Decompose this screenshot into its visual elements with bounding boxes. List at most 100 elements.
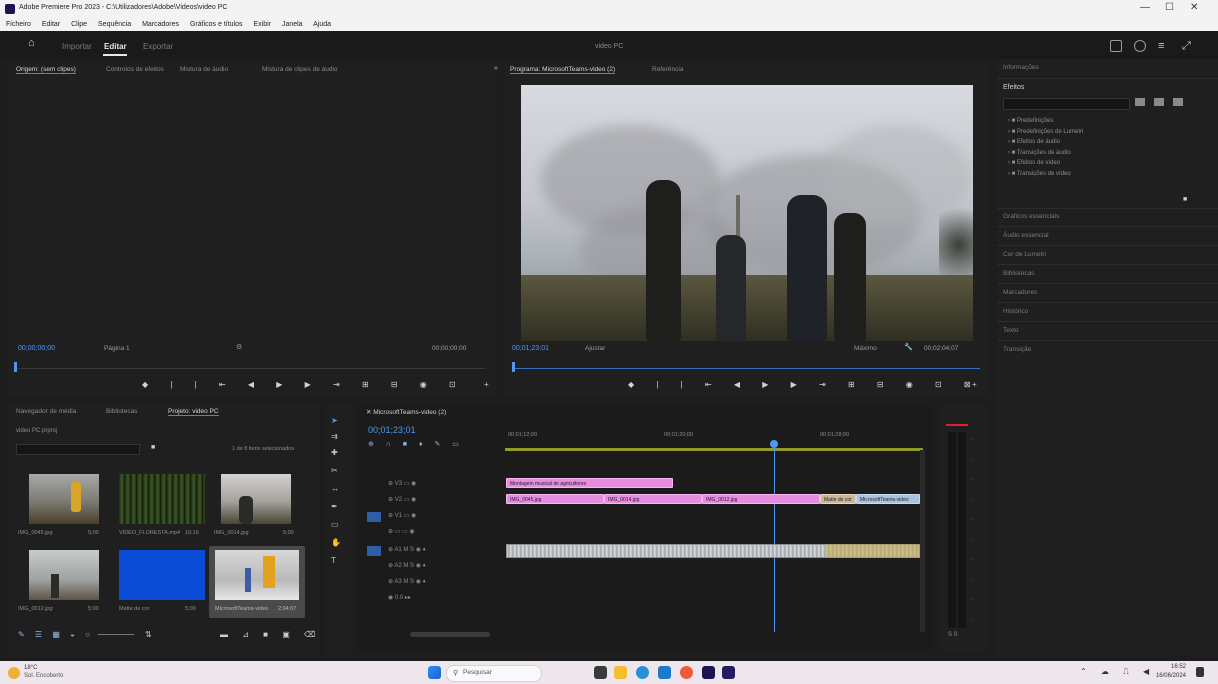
start-menu-icon[interactable] [428, 666, 441, 679]
section-text[interactable]: Texto [1003, 327, 1019, 334]
sort-icon[interactable]: ⇅ [145, 630, 152, 639]
rectangle-tool-icon[interactable]: ▭ [331, 520, 341, 530]
info-panel-title[interactable]: Informações [1003, 64, 1039, 71]
project-footer-tools[interactable]: ✎ ☰ ▦ ◒ ○ [18, 630, 94, 639]
menu-graficos[interactable]: Gráficos e títulos [190, 21, 243, 28]
clip-thumbnail[interactable] [119, 474, 205, 524]
menu-clipe[interactable]: Clipe [71, 21, 87, 28]
premiere-taskbar-icon[interactable] [702, 666, 715, 679]
mode-import[interactable]: Importar [62, 42, 92, 51]
timeline-timecode[interactable]: 00;01;23;01 [368, 425, 416, 435]
menu-janela[interactable]: Janela [282, 21, 303, 28]
source-settings-icon[interactable]: ⚙ [236, 343, 242, 351]
track-header-a1[interactable]: ⊕ A1 M S ◉ ♦ [388, 546, 426, 553]
ripple-edit-tool-icon[interactable]: ✚ [331, 448, 341, 458]
program-transport-controls[interactable]: ◆ | | ⇤ ◀ ▶ ▶ ⇥ ⊞ ⊟ ◉ ⊡ ⊠ [628, 380, 981, 389]
clip-thumbnail[interactable] [119, 550, 205, 600]
tab-program[interactable]: Programa: MicrosoftTeams-video (2) [510, 66, 616, 74]
project-actions[interactable]: ▬ ⊿ ■ ▣ ⌫ [220, 630, 321, 639]
32bit-effects-icon[interactable] [1154, 98, 1164, 106]
type-tool-icon[interactable]: T [331, 556, 341, 566]
track-select-tool-icon[interactable]: ⇉ [331, 432, 341, 442]
track-header-v1[interactable]: ⊕ V1 ▭ ◉ [388, 512, 416, 519]
clip-thumbnail[interactable] [215, 550, 299, 600]
mode-edit[interactable]: Editar [104, 42, 127, 51]
pen-tool-icon[interactable]: ✒ [331, 502, 341, 512]
new-bin-folder-icon[interactable]: ■ [151, 444, 155, 451]
timeline-toolbar[interactable]: ⊕ ∩ ■ ♦ ✎ ▭ [368, 440, 464, 448]
menu-ajuda[interactable]: Ajuda [313, 21, 331, 28]
timeline-horizontal-scrollbar[interactable] [410, 632, 490, 637]
track-header-a2[interactable]: ⊕ A2 M S ◉ ♦ [388, 562, 426, 569]
home-icon[interactable]: ⌂ [28, 37, 40, 49]
taskbar-search-box[interactable]: ⚲ Pesquisar [446, 665, 542, 682]
folder-item[interactable]: › ■ Transições de áudio [1008, 148, 1083, 159]
zoom-slider[interactable] [98, 634, 134, 635]
project-search-input[interactable] [16, 444, 140, 455]
timeline-playhead-handle[interactable] [770, 440, 778, 448]
minimize-button[interactable]: — [1140, 2, 1150, 13]
tab-project[interactable]: Projeto: video PC [168, 408, 219, 416]
mode-export[interactable]: Exportar [143, 42, 173, 51]
razor-tool-icon[interactable]: ✂ [331, 466, 341, 476]
program-quality-select[interactable]: Máximo [854, 345, 877, 352]
folder-item[interactable]: › ■ Predefinições [1008, 116, 1083, 127]
program-fit-select[interactable]: Ajustar [585, 345, 605, 352]
notifications-icon[interactable] [1196, 667, 1204, 677]
brave-browser-icon[interactable] [680, 666, 693, 679]
source-playhead[interactable] [14, 362, 17, 372]
new-bin-icon[interactable]: ■ [1183, 196, 1187, 203]
timeline-vertical-scrollbar[interactable] [920, 450, 925, 632]
tab-effect-controls[interactable]: Controlos de efeitos [106, 66, 164, 73]
file-explorer-icon[interactable] [614, 666, 627, 679]
yuv-effects-icon[interactable] [1173, 98, 1183, 106]
menu-ficheiro[interactable]: Ficheiro [6, 21, 31, 28]
program-playhead[interactable] [512, 362, 515, 372]
task-view-icon[interactable] [594, 666, 607, 679]
folder-item[interactable]: › ■ Efeitos de vídeo [1008, 158, 1083, 169]
tab-media-browser[interactable]: Navegador de média [16, 408, 76, 415]
section-essential-graphics[interactable]: Gráficos essenciais [1003, 213, 1059, 220]
timeline-clip-v2[interactable]: IMG_0014.jpg [604, 494, 702, 504]
system-tray-icons[interactable]: ⌃ ☁ ⎍ ◀ [1080, 667, 1155, 677]
clip-thumbnail[interactable] [29, 474, 99, 524]
timeline-clip-v2[interactable]: IMG_0012.jpg [702, 494, 820, 504]
close-button[interactable]: ✕ [1190, 2, 1198, 13]
timeline-tab[interactable]: ✕ MicrosoftTeams-video (2) [366, 408, 446, 416]
source-transport-controls[interactable]: ◆ | | ⇤ ◀ ▶ ▶ ⇥ ⊞ ⊟ ◉ ⊡ [142, 380, 466, 389]
timeline-clip-v2[interactable]: Matte de cor [820, 494, 856, 504]
clip-thumbnail[interactable] [221, 474, 291, 524]
source-scrubber[interactable] [15, 368, 485, 369]
wrench-icon[interactable]: 🔧 [904, 343, 913, 351]
folder-item[interactable]: › ■ Transições de vídeo [1008, 169, 1083, 180]
source-patch-v1[interactable] [367, 512, 381, 522]
fullscreen-icon[interactable]: ⤢ [1182, 40, 1191, 53]
folder-item[interactable]: › ■ Efeitos de áudio [1008, 137, 1083, 148]
workspaces-icon[interactable] [1110, 40, 1122, 52]
menu-exibir[interactable]: Exibir [253, 21, 271, 28]
accelerated-effects-icon[interactable] [1135, 98, 1145, 106]
menu-sequencia[interactable]: Sequência [98, 21, 131, 28]
menu-marcadores[interactable]: Marcadores [142, 21, 179, 28]
timeline-clip-v2[interactable]: IMG_0045.jpg [506, 494, 604, 504]
program-timecode[interactable]: 00;01;23;01 [512, 345, 549, 352]
maximize-button[interactable]: ☐ [1165, 2, 1174, 13]
track-header-v3[interactable]: ⊕ V3 ▭ ◉ [388, 480, 416, 487]
section-essential-sound[interactable]: Áudio essencial [1003, 232, 1049, 239]
panel-expand-icon[interactable]: » [494, 65, 498, 72]
source-patch-a1[interactable] [367, 546, 381, 556]
effects-panel-tab[interactable]: Efeitos [1003, 84, 1024, 91]
menu-editar[interactable]: Editar [42, 21, 60, 28]
edge-browser-icon[interactable] [636, 666, 649, 679]
section-lumetri-color[interactable]: Cor de Lumetri [1003, 251, 1046, 258]
clip-thumbnail[interactable] [29, 550, 99, 600]
work-area-bar[interactable] [505, 448, 923, 451]
timeline-clip-v3[interactable]: Montagem musical de agricultores [506, 478, 673, 488]
panel-menu-icon[interactable]: ≡ [1158, 40, 1164, 52]
section-markers[interactable]: Marcadores [1003, 289, 1037, 296]
tab-libraries[interactable]: Bibliotecas [106, 408, 137, 415]
tab-audio-mixer[interactable]: Mistura de áudio [180, 66, 228, 73]
track-header-v2[interactable]: ⊕ V2 ▭ ◉ [388, 496, 416, 503]
solo-buttons[interactable]: S S [948, 632, 958, 638]
slip-tool-icon[interactable]: ↔ [331, 484, 341, 494]
